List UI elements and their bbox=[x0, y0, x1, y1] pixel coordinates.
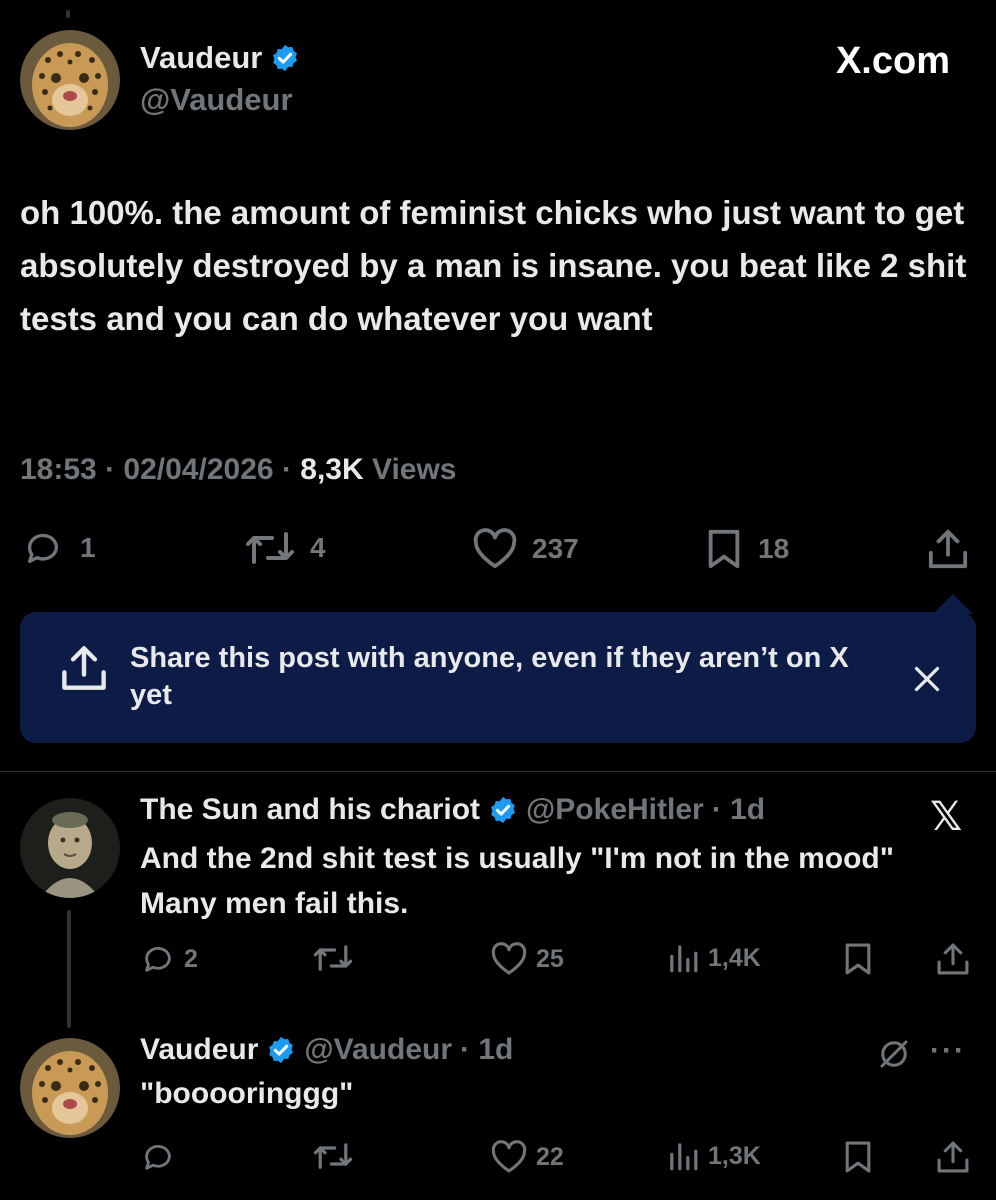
bookmark-button[interactable]: 18 bbox=[704, 528, 789, 570]
like-icon bbox=[491, 942, 527, 975]
reply-icon bbox=[145, 947, 171, 972]
like-button[interactable]: 25 bbox=[490, 942, 564, 976]
close-icon[interactable] bbox=[912, 664, 942, 699]
views-button[interactable]: 1,4K bbox=[666, 942, 761, 974]
bookmark-button[interactable] bbox=[842, 942, 874, 976]
like-count: 22 bbox=[536, 1142, 564, 1171]
bookmark-count: 18 bbox=[758, 533, 790, 564]
repost-button[interactable] bbox=[312, 942, 354, 974]
reply-author-name[interactable]: The Sun and his chariot bbox=[140, 793, 480, 827]
reply-actions: 22 1,3K bbox=[140, 1140, 976, 1180]
repost-icon bbox=[313, 945, 353, 971]
divider bbox=[0, 771, 996, 772]
reply-button[interactable] bbox=[140, 1140, 176, 1174]
bookmark-button[interactable] bbox=[842, 1140, 874, 1174]
reply-author-handle[interactable]: @PokeHitler bbox=[526, 793, 704, 827]
repost-button[interactable]: 4 bbox=[244, 528, 326, 568]
tweet-date[interactable]: 02/04/2026 bbox=[123, 453, 273, 486]
banner-pointer bbox=[933, 594, 973, 614]
avatar[interactable] bbox=[20, 798, 120, 898]
share-button[interactable] bbox=[936, 942, 970, 976]
repost-icon bbox=[313, 1143, 353, 1169]
tweet-actions: 1 4 237 18 bbox=[20, 528, 976, 572]
grok-icon[interactable] bbox=[876, 1036, 912, 1077]
bookmark-icon bbox=[845, 1141, 871, 1173]
tweet-text: oh 100%. the amount of feminist chicks w… bbox=[20, 194, 967, 337]
reply-text: And the 2nd shit test is usually "I'm no… bbox=[140, 842, 894, 920]
reply-icon bbox=[28, 533, 58, 563]
reply-author-name[interactable]: Vaudeur bbox=[140, 1033, 258, 1067]
reply-text: "booooringgg" bbox=[140, 1077, 354, 1110]
more-icon[interactable]: ··· bbox=[930, 1034, 966, 1068]
like-icon bbox=[473, 528, 517, 569]
thread-line bbox=[67, 910, 71, 1028]
share-button[interactable] bbox=[926, 528, 970, 570]
verified-badge-icon bbox=[273, 44, 298, 72]
author-name[interactable]: Vaudeur bbox=[140, 40, 300, 76]
avatar[interactable] bbox=[20, 1038, 120, 1138]
reply-actions: 2 25 1,4K bbox=[140, 942, 976, 982]
thread-connector-top bbox=[66, 10, 70, 18]
share-icon bbox=[937, 1141, 969, 1173]
repost-icon bbox=[246, 532, 294, 564]
reply-author-handle[interactable]: @Vaudeur bbox=[304, 1033, 452, 1067]
brand-watermark: X.com bbox=[835, 40, 950, 82]
reply-age: · 1d bbox=[460, 1033, 514, 1066]
share-icon bbox=[60, 644, 108, 697]
reply-count: 1 bbox=[80, 532, 96, 563]
like-count: 237 bbox=[532, 533, 579, 564]
x-logo-icon: 𝕏 bbox=[930, 794, 963, 840]
author-handle[interactable]: @Vaudeur bbox=[140, 82, 293, 118]
repost-count: 4 bbox=[310, 532, 326, 563]
views-icon bbox=[670, 945, 698, 973]
views-button[interactable]: 1,3K bbox=[666, 1140, 761, 1172]
views-label: Views bbox=[371, 453, 457, 486]
reply-header: Vaudeur @Vaudeur · 1d bbox=[140, 1033, 513, 1067]
repost-button[interactable] bbox=[312, 1140, 354, 1172]
views-icon bbox=[670, 1143, 698, 1171]
reply-header: The Sun and his chariot @PokeHitler · 1d bbox=[140, 793, 765, 827]
share-button[interactable] bbox=[936, 1140, 970, 1174]
meta-separator: · bbox=[281, 453, 292, 486]
like-count: 25 bbox=[536, 944, 564, 973]
avatar[interactable] bbox=[20, 30, 120, 130]
bookmark-icon bbox=[708, 529, 740, 569]
share-banner-text: Share this post with anyone, even if the… bbox=[130, 642, 849, 711]
verified-badge-icon bbox=[269, 1036, 294, 1064]
reply-button[interactable]: 1 bbox=[20, 528, 96, 568]
share-icon bbox=[928, 529, 968, 569]
like-icon bbox=[491, 1140, 527, 1173]
meta-separator: · bbox=[105, 453, 116, 486]
like-button[interactable]: 237 bbox=[472, 528, 579, 570]
views-count: 1,3K bbox=[708, 1141, 761, 1170]
tweet-meta: 18:53 · 02/04/2026 · 8,3K Views bbox=[20, 453, 457, 487]
reply-icon bbox=[145, 1145, 171, 1170]
verified-badge-icon bbox=[491, 796, 515, 824]
views-count: 1,4K bbox=[708, 943, 761, 972]
bookmark-icon bbox=[845, 943, 871, 975]
reply-button[interactable]: 2 bbox=[140, 942, 198, 976]
reply-count: 2 bbox=[184, 944, 198, 973]
reply-age: · 1d bbox=[711, 793, 766, 826]
like-button[interactable]: 22 bbox=[490, 1140, 564, 1174]
views-count: 8,3K bbox=[300, 453, 364, 486]
author-name-text[interactable]: Vaudeur bbox=[140, 40, 262, 76]
share-icon bbox=[937, 943, 969, 975]
tweet-time[interactable]: 18:53 bbox=[20, 453, 97, 486]
